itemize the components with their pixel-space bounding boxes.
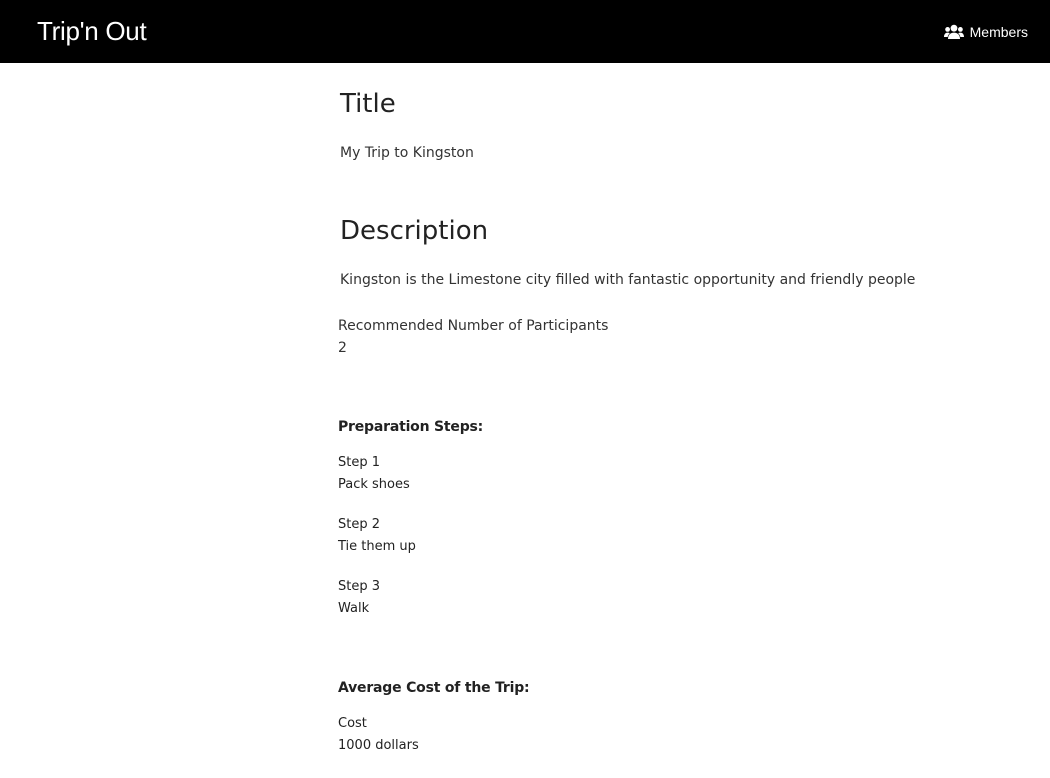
step-text: Walk bbox=[338, 601, 370, 616]
participants-value: 2 bbox=[338, 340, 347, 356]
participants-label: Recommended Number of Participants bbox=[338, 318, 609, 334]
preparation-heading: Preparation Steps: bbox=[338, 419, 484, 435]
title-heading: Title bbox=[340, 89, 396, 119]
users-icon bbox=[943, 24, 964, 39]
step-text: Tie them up bbox=[338, 539, 416, 554]
cost-value: 1000 dollars bbox=[338, 738, 419, 753]
trip-description-value: Kingston is the Limestone city filled wi… bbox=[340, 272, 916, 288]
step-label: Step 1 bbox=[338, 455, 381, 470]
members-link[interactable]: Members bbox=[943, 20, 1028, 44]
top-navbar: Trip'n Out Members bbox=[0, 0, 1050, 63]
cost-heading: Average Cost of the Trip: bbox=[338, 680, 530, 696]
trip-title-value: My Trip to Kingston bbox=[340, 145, 474, 161]
step-label: Step 2 bbox=[338, 517, 381, 532]
step-text: Pack shoes bbox=[338, 477, 410, 492]
description-heading: Description bbox=[340, 216, 489, 246]
cost-label: Cost bbox=[338, 716, 367, 731]
trip-details: Title My Trip to Kingston Description Ki… bbox=[0, 63, 1050, 778]
members-label: Members bbox=[969, 24, 1028, 40]
step-label: Step 3 bbox=[338, 579, 381, 594]
brand-logo-link[interactable]: Trip'n Out bbox=[37, 13, 147, 49]
